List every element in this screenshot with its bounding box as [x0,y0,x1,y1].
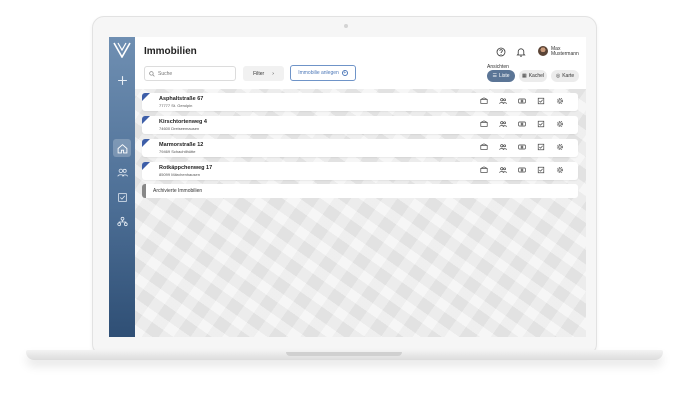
building-icon[interactable] [480,120,488,128]
people-icon[interactable] [499,143,507,151]
checklist-icon[interactable] [537,143,545,151]
gear-icon[interactable] [556,166,564,174]
money-icon[interactable] [518,143,526,151]
archived-properties-row[interactable]: Archivierte Immobilien [142,184,578,198]
row-corner-marker [142,116,150,124]
row-actions [480,97,564,105]
row-actions [480,166,564,174]
gear-icon[interactable] [556,120,564,128]
add-icon[interactable] [113,71,131,89]
view-map-button[interactable]: ◎ Karte [551,70,579,82]
list-icon: ☰ [492,73,497,79]
gear-icon[interactable] [556,97,564,105]
logo-icon [113,42,131,58]
sidebar-item-home[interactable] [113,139,131,157]
people-icon[interactable] [499,166,507,174]
add-property-button[interactable]: Immobilie anlegen + [290,65,356,81]
view-tiles-label: Kachel [528,73,545,79]
property-city: 77777 St. Gerolpin [159,103,193,108]
building-icon[interactable] [480,143,488,151]
home-icon [117,143,127,153]
laptop-notch [286,352,402,356]
money-icon[interactable] [518,97,526,105]
checklist-icon[interactable] [537,120,545,128]
property-street: Asphaltstraße 67 [159,96,204,102]
property-list: Asphaltstraße 67 77777 St. Gerolpin Kirs… [135,89,586,337]
chevron-right-icon: › [272,70,274,77]
user-name[interactable]: Max Mustermann [551,47,579,57]
property-street: Rotkäppchenweg 17 [159,165,213,171]
property-row[interactable]: Asphaltstraße 67 77777 St. Gerolpin [142,93,578,111]
building-icon[interactable] [480,166,488,174]
property-city: 79469 Schachtlhütte [159,149,196,154]
add-property-label: Immobilie anlegen [298,70,339,76]
camera-dot [344,24,348,28]
archived-properties-label: Archivierte Immobilien [153,188,203,194]
building-icon[interactable] [480,97,488,105]
plus-circle-icon: + [341,70,348,76]
people-icon[interactable] [499,120,507,128]
view-list-button[interactable]: ☰ Liste [487,70,515,82]
property-row[interactable]: Kirschtortenweg 4 74600 Dreiseemausen [142,116,578,134]
row-corner-marker [142,93,150,101]
app-screen: Immobilien Filter › Immobilie anlegen + … [109,37,586,337]
people-icon [116,168,128,176]
checklist-icon [117,192,127,202]
view-tiles-button[interactable]: ▦ Kachel [519,70,547,82]
property-street: Marmorstraße 12 [159,142,204,148]
filter-button[interactable]: Filter › [243,66,284,81]
bell-icon[interactable] [516,47,526,57]
filter-label: Filter [253,70,265,77]
sidebar-item-tasks[interactable] [113,188,131,206]
sidebar-item-network[interactable] [113,212,131,230]
view-list-label: Liste [498,73,510,79]
money-icon[interactable] [518,120,526,128]
row-actions [480,143,564,151]
people-icon[interactable] [499,97,507,105]
help-icon[interactable] [496,47,506,57]
checklist-icon[interactable] [537,166,545,174]
header: Immobilien Filter › Immobilie anlegen + … [135,37,586,89]
network-icon [116,216,128,226]
property-row[interactable]: Marmorstraße 12 79469 Schachtlhütte [142,139,578,157]
search-icon [149,70,155,77]
sidebar [109,37,135,337]
view-map-label: Karte [562,73,575,79]
property-city: 85099 Märchenhausen [159,172,200,177]
map-icon: ◎ [555,73,561,79]
search-box[interactable] [144,66,236,81]
grid-icon: ▦ [521,73,527,79]
archive-marker [142,184,146,198]
search-input[interactable] [158,70,228,77]
checklist-icon[interactable] [537,97,545,105]
row-actions [480,120,564,128]
property-row[interactable]: Rotkäppchenweg 17 85099 Märchenhausen [142,162,578,180]
user-last-name: Mustermann [551,51,579,57]
property-street: Kirschtortenweg 4 [159,119,207,125]
avatar[interactable] [538,46,548,56]
money-icon[interactable] [518,166,526,174]
sidebar-item-users[interactable] [113,163,131,181]
page-title: Immobilien [144,46,197,57]
row-corner-marker [142,162,150,170]
row-corner-marker [142,139,150,147]
gear-icon[interactable] [556,143,564,151]
property-city: 74600 Dreiseemausen [159,126,200,131]
